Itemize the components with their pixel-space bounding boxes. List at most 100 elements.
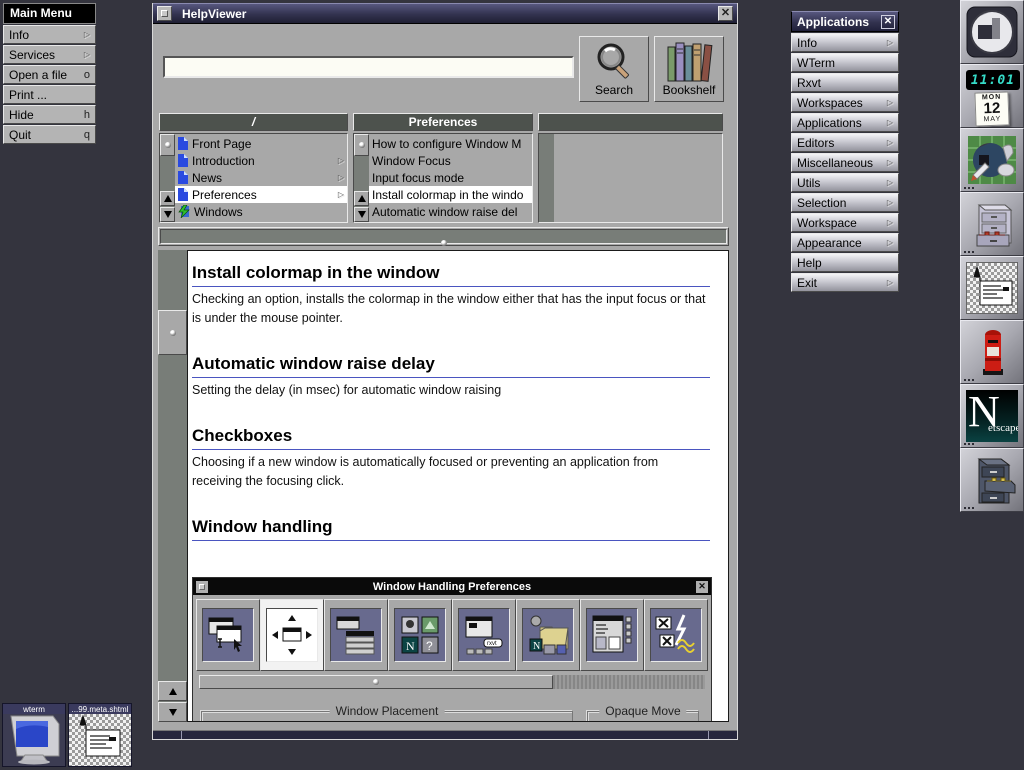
scroll-up-button[interactable] <box>160 191 175 206</box>
apps-item-workspaces[interactable]: Workspaces▷ <box>791 93 899 112</box>
menu-item-hide[interactable]: Hideh <box>3 105 96 124</box>
scroll-down-button[interactable] <box>354 207 369 222</box>
dock-tile-mail[interactable] <box>960 320 1024 384</box>
miniaturize-button[interactable] <box>157 6 172 21</box>
resize-notch <box>708 731 709 739</box>
arrow-up-icon <box>164 195 172 202</box>
doc-paragraph: Checking an option, installs the colorma… <box>192 290 710 328</box>
column-scrollbar[interactable] <box>539 134 554 222</box>
menu-item-info[interactable]: Info▷ <box>3 25 96 44</box>
apps-item-workspace[interactable]: Workspace▷ <box>791 213 899 232</box>
menu-item-open-a-file[interactable]: Open a fileo <box>3 65 96 84</box>
search-button[interactable]: Search <box>579 36 649 102</box>
submenu-arrow-icon: ▷ <box>338 156 344 165</box>
helpviewer-titlebar[interactable]: HelpViewer ✕ <box>153 3 737 24</box>
scroll-up-button[interactable] <box>158 681 187 701</box>
app-dots-icon <box>964 443 974 445</box>
main-menu-title[interactable]: Main Menu <box>3 3 96 24</box>
apps-item-editors[interactable]: Editors▷ <box>791 133 899 152</box>
close-icon[interactable]: ✕ <box>881 15 895 29</box>
apps-item-selection[interactable]: Selection▷ <box>791 193 899 212</box>
scroll-down-button[interactable] <box>158 702 187 722</box>
browser-item-how-to-configure[interactable]: How to configure Window M <box>369 135 532 152</box>
scroll-down-button[interactable] <box>160 207 175 222</box>
menu-item-services[interactable]: Services▷ <box>3 45 96 64</box>
bolt-icon <box>178 205 190 218</box>
doc-heading-window-handling: Window handling <box>192 517 710 541</box>
submenu-arrow-icon: ▷ <box>887 178 893 187</box>
arrow-down-icon <box>164 211 172 218</box>
browser-item-input-focus-mode[interactable]: Input focus mode <box>369 169 532 186</box>
browser-horizontal-scrollbar[interactable] <box>158 227 729 246</box>
svg-text:?: ? <box>426 639 433 653</box>
browser-item-preferences-selected[interactable]: Preferences ▷ <box>175 186 347 203</box>
scroll-up-button[interactable] <box>354 191 369 206</box>
dock-tile-file-cabinet-dark[interactable] <box>960 448 1024 512</box>
dock-tile-draw-app[interactable] <box>960 128 1024 192</box>
dock-tile-editor[interactable] <box>960 256 1024 320</box>
svg-text:N: N <box>406 639 415 653</box>
dock: 11:01 MON 12 MAY <box>959 0 1024 512</box>
app-dots-icon <box>964 187 974 189</box>
apps-item-exit[interactable]: Exit▷ <box>791 273 899 292</box>
embedded-screenshot-window-handling-preferences: Window Handling Preferences ✕ <box>192 577 712 722</box>
window-resizebar[interactable] <box>153 730 737 739</box>
apps-item-rxvt[interactable]: Rxvt <box>791 73 899 92</box>
applications-menu-titlebar[interactable]: Applications ✕ <box>791 11 899 32</box>
apps-item-wterm[interactable]: WTerm <box>791 53 899 72</box>
close-button[interactable]: ✕ <box>718 6 733 21</box>
scrollbar-knob[interactable] <box>158 310 187 355</box>
app-dots-icon <box>964 379 974 381</box>
apps-item-applications[interactable]: Applications▷ <box>791 113 899 132</box>
doc-paragraph: Choosing if a new window is automaticall… <box>192 453 710 491</box>
apps-item-appearance[interactable]: Appearance▷ <box>791 233 899 252</box>
column-scrollbar[interactable] <box>354 134 369 222</box>
menu-item-quit[interactable]: Quitq <box>3 125 96 144</box>
bookshelf-button[interactable]: Bookshelf <box>654 36 724 102</box>
browser-item-news[interactable]: News ▷ <box>175 169 347 186</box>
apps-item-utils[interactable]: Utils▷ <box>791 173 899 192</box>
main-menu: Main Menu Info▷ Services▷ Open a fileo P… <box>3 3 96 144</box>
help-document: Install colormap in the window Checking … <box>187 250 729 722</box>
tab-paths: N <box>516 599 580 671</box>
browser-item-windows[interactable]: Windows <box>175 203 347 220</box>
arrow-down-icon <box>358 211 366 218</box>
tab-icons-grid: N ? <box>388 599 452 671</box>
scrollbar-knob[interactable] <box>354 134 369 156</box>
miniwindow-wterm[interactable]: wterm <box>2 703 66 767</box>
icon-grid-icon: N ? <box>398 613 442 657</box>
column-browser: / Front Page Introduction ▷ <box>159 113 723 223</box>
dock-tile-file-cabinet[interactable] <box>960 192 1024 256</box>
scrollbar-knob[interactable] <box>160 134 175 156</box>
apps-item-info[interactable]: Info▷ <box>791 33 899 52</box>
browser-item-front-page[interactable]: Front Page <box>175 135 347 152</box>
browser-item-install-colormap-selected[interactable]: Install colormap in the windo <box>369 186 532 203</box>
miniwindow-document[interactable]: ...99.meta.shtml <box>68 703 132 767</box>
terminal-monitor-icon <box>3 714 65 765</box>
knob-dimple-icon <box>165 142 171 148</box>
browser-column-root: / Front Page Introduction ▷ <box>159 113 348 223</box>
arrow-up-icon <box>358 195 366 202</box>
submenu-arrow-icon: ▷ <box>887 198 893 207</box>
column-scrollbar[interactable] <box>160 134 175 222</box>
doc-heading-install-colormap: Install colormap in the window <box>192 263 710 287</box>
scrollbar-trough[interactable] <box>160 229 727 244</box>
svg-text:rxvt: rxvt <box>487 641 497 647</box>
dock-tile-windowmaker[interactable] <box>960 0 1024 64</box>
app-dots-icon <box>964 507 974 509</box>
tab-window-list <box>324 599 388 671</box>
search-input[interactable] <box>163 56 574 78</box>
helpviewer-window: HelpViewer ✕ Search Bookshelf / <box>152 3 738 740</box>
browser-item-automatic-window-raise[interactable]: Automatic window raise del <box>369 203 532 220</box>
dock-tile-netscape[interactable]: Netscape <box>960 384 1024 448</box>
dock-tile-clock[interactable]: 11:01 MON 12 MAY <box>960 64 1024 128</box>
apps-item-miscellaneous[interactable]: Miscellaneous▷ <box>791 153 899 172</box>
tab-expert <box>644 599 708 671</box>
browser-item-window-focus[interactable]: Window Focus <box>369 152 532 169</box>
apps-item-help[interactable]: Help <box>791 253 899 272</box>
miniaturize-icon <box>161 10 168 17</box>
stacked-windows-icon <box>334 613 378 657</box>
content-scrollbar[interactable] <box>158 250 187 722</box>
menu-item-print[interactable]: Print ... <box>3 85 96 104</box>
browser-item-introduction[interactable]: Introduction ▷ <box>175 152 347 169</box>
